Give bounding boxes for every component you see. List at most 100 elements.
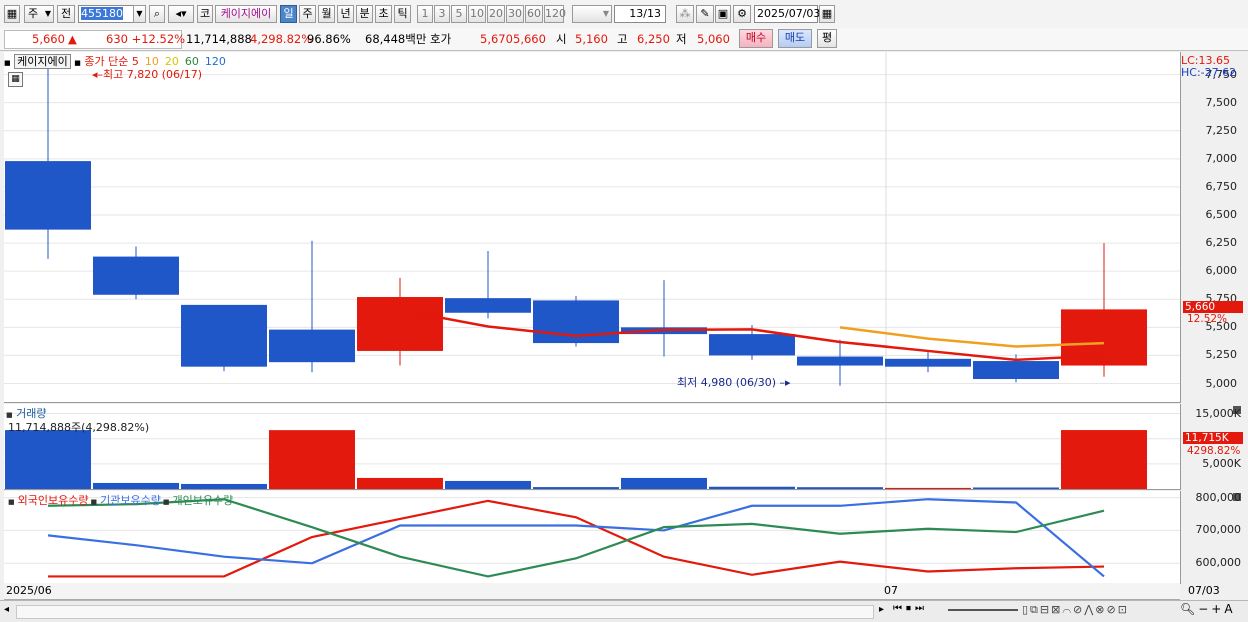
volume-bar[interactable] (533, 487, 619, 489)
ask-price: 5,660 (513, 32, 546, 46)
period-button[interactable]: 일 (280, 5, 297, 23)
up-arrow-icon: ▲ (68, 32, 77, 46)
chevron-down-icon: ▼ (602, 9, 609, 18)
chevron-down-icon: ▼ (44, 9, 51, 18)
volume-bar[interactable] (269, 430, 355, 489)
y-tick-label: 6,000 (1205, 264, 1238, 278)
y-tick-label: 700,000 (1195, 523, 1242, 537)
buy-button[interactable]: 매수 (739, 29, 773, 48)
period-button[interactable]: 분 (356, 5, 373, 23)
holding-legend: ■ 외국인보유수량 ■ 기관보유수량 ■ 개인보유수량 (6, 492, 233, 508)
gear-icon[interactable]: ⚙ (733, 5, 751, 23)
volume-bar[interactable] (181, 483, 267, 489)
interval-button[interactable]: 5 (451, 5, 467, 23)
market-select[interactable]: 주 ▼ (24, 5, 54, 23)
low-price: 5,060 (697, 32, 730, 46)
right-arrow-icon: –▸ (779, 376, 791, 389)
volume-info: 11,714,888주(4,298.82%) (8, 421, 150, 434)
y-tick-label: 5,250 (1205, 348, 1238, 362)
y-tick-label: 6,250 (1205, 236, 1238, 250)
interval-button[interactable]: 10 (468, 5, 486, 23)
zoom-slider[interactable] (948, 609, 1018, 611)
candle-body[interactable] (269, 329, 355, 363)
holding-legend-label: 개인보유수량 (172, 494, 234, 507)
candle-body[interactable] (445, 298, 531, 313)
candle-body[interactable] (93, 256, 179, 295)
draw-icon[interactable]: ✎ (696, 5, 714, 23)
volume-bar[interactable] (357, 477, 443, 489)
volume-bar[interactable] (93, 482, 179, 489)
y-tick-label: 5,000 (1205, 376, 1238, 390)
candle-body[interactable] (797, 356, 883, 366)
y-tick-label: 7,250 (1205, 123, 1238, 137)
period-button[interactable]: 초 (375, 5, 392, 23)
legend-marker-icon: ■ (8, 498, 15, 506)
code-dropdown-icon[interactable]: ▼ (133, 5, 146, 23)
playback-icons[interactable]: ⏮⏹⏭ (893, 603, 928, 614)
date-field[interactable]: 2025/07/03 (754, 5, 820, 23)
compare-icon[interactable]: ⁂ (676, 5, 694, 23)
scroll-left-icon[interactable]: ◂ (4, 604, 9, 615)
period-button[interactable]: 주 (299, 5, 316, 23)
prev-button[interactable]: 전 (57, 5, 75, 23)
bottom-toolbar: ◂ ▸ ⏮⏹⏭ ▯⧉⊟⊠⌒⊘⋀⊗⊘⊡ 🔍︎−+A (0, 600, 1248, 622)
interval-button[interactable]: 120 (544, 5, 566, 23)
volume-bar[interactable] (797, 487, 883, 489)
volume-bar[interactable] (885, 487, 971, 489)
zoom-icons[interactable]: 🔍︎−+A (1180, 602, 1236, 616)
volume-bar[interactable] (445, 480, 531, 489)
volume-chart (4, 404, 1180, 489)
layout-icon[interactable]: ▦ (4, 5, 20, 23)
interval-button[interactable]: 1 (417, 5, 433, 23)
candle-body[interactable] (181, 304, 267, 367)
interval-button[interactable]: 30 (506, 5, 524, 23)
y-tick-label: 5,000K (1202, 456, 1241, 470)
candle-body[interactable] (885, 358, 971, 367)
bid-label: 호가 (430, 32, 452, 46)
volume-bar[interactable] (973, 487, 1059, 489)
interval-button[interactable]: 20 (487, 5, 505, 23)
period-button[interactable]: 틱 (394, 5, 411, 23)
holding-y-axis: 800,000 700,000 600,000 (1181, 491, 1245, 583)
high-price: 6,250 (637, 32, 670, 46)
volume-bar[interactable] (5, 430, 91, 489)
candle-body[interactable] (973, 361, 1059, 380)
low-note-text: 최저 4,980 (06/30) (677, 376, 777, 389)
ko-button[interactable]: 코 (197, 5, 213, 23)
volume-bar[interactable] (1061, 430, 1147, 489)
candle-body[interactable] (357, 297, 443, 351)
period-button[interactable]: 년 (337, 5, 354, 23)
drawing-tool-icons[interactable]: ▯⧉⊟⊠⌒⊘⋀⊗⊘⊡ (1022, 603, 1129, 617)
count-field[interactable]: 13/13 (614, 5, 666, 23)
volume-bar[interactable] (621, 477, 707, 489)
x-axis (4, 583, 1180, 600)
calendar-icon[interactable]: ▦ (819, 5, 835, 23)
y-tick-label: 6,500 (1205, 208, 1238, 222)
current-price: 5,660 (32, 32, 65, 46)
interval-button[interactable]: 3 (434, 5, 450, 23)
high-note-text: 최고 7,820 (06/17) (103, 68, 203, 81)
legend-marker-icon: ■ (74, 59, 81, 67)
candle-body[interactable] (709, 334, 795, 356)
candle-body[interactable] (5, 161, 91, 230)
avg-button[interactable]: 평 (817, 29, 837, 48)
interval-select[interactable]: ▼ (572, 5, 612, 23)
legend-marker-icon: ■ (162, 498, 170, 506)
legend-marker-icon: ■ (90, 498, 98, 506)
scroll-right-icon[interactable]: ▸ (879, 604, 884, 615)
speaker-icon[interactable]: ◂▾ (168, 5, 194, 23)
search-icon[interactable]: ⌕ (149, 5, 165, 23)
period-button[interactable]: 월 (318, 5, 335, 23)
horizontal-scrollbar[interactable] (16, 605, 874, 619)
sell-button[interactable]: 매도 (778, 29, 812, 48)
x-label-mid: 07 (884, 584, 898, 597)
table-icon[interactable]: ▦ (8, 72, 23, 87)
ratio-value: 96.86% (307, 32, 351, 46)
stock-name-label[interactable]: 케이지에이 (215, 5, 277, 23)
market-select-value: 주 (28, 7, 39, 20)
save-icon[interactable]: ▣ (715, 5, 731, 23)
legend-stock-name[interactable]: 케이지에이 (14, 54, 71, 69)
holding-legend-label: 기관보유수량 (100, 494, 161, 507)
volume-bar[interactable] (709, 486, 795, 489)
interval-button[interactable]: 60 (525, 5, 543, 23)
